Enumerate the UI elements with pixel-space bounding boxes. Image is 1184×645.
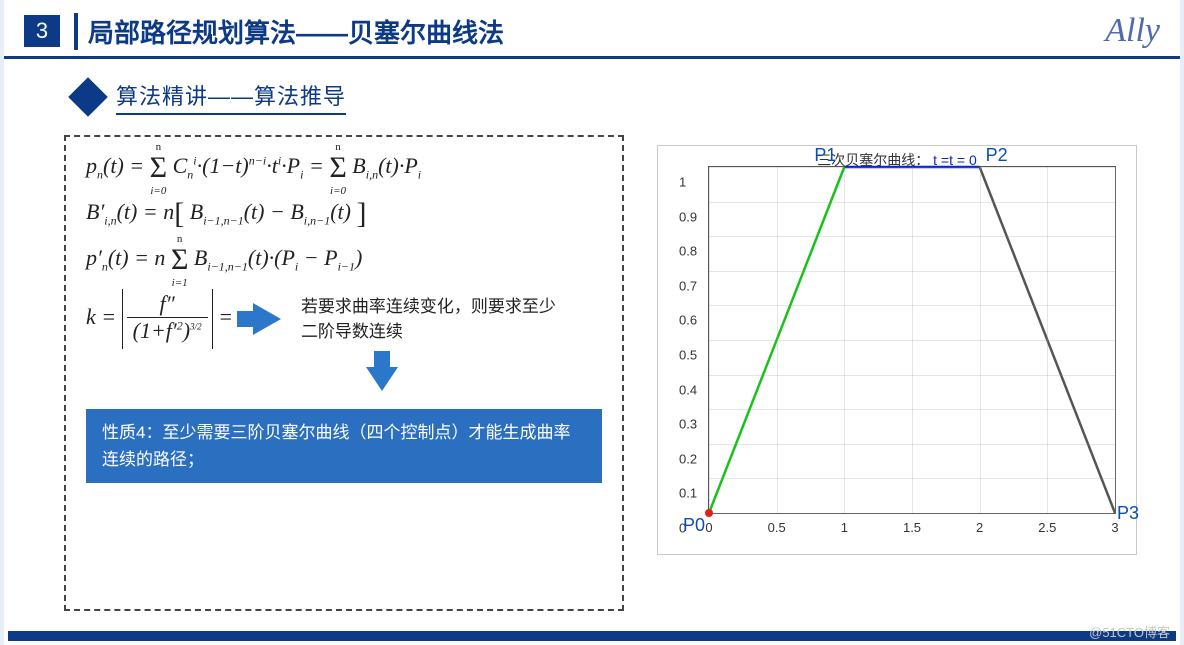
title-bar: 3 局部路径规划算法——贝塞尔曲线法 Ally — [4, 0, 1180, 59]
y-tick: 0.8 — [679, 244, 697, 259]
x-tick: 2 — [976, 520, 983, 535]
x-tick: 2.5 — [1038, 520, 1056, 535]
curvature-note: 若要求曲率连续变化，则要求至少二阶导数连续 — [301, 294, 561, 345]
diamond-icon — [68, 77, 108, 117]
current-point-marker — [705, 509, 713, 517]
watermark: @51CTO博客 — [1089, 622, 1170, 641]
y-tick: 0.6 — [679, 313, 697, 328]
y-tick: 0.3 — [679, 417, 697, 432]
control-point-label: P3 — [1117, 503, 1139, 524]
slide: 3 局部路径规划算法——贝塞尔曲线法 Ally 算法精讲——算法推导 pn(t)… — [0, 0, 1184, 645]
control-point-label: P2 — [986, 145, 1008, 166]
chapter-title: 局部路径规划算法——贝塞尔曲线法 — [74, 13, 504, 50]
x-tick: 0.5 — [768, 520, 786, 535]
y-tick: 0.9 — [679, 209, 697, 224]
y-tick: 0.5 — [679, 348, 697, 363]
y-tick: 1 — [679, 175, 686, 190]
content-area: pn(t) = Σni=0 Cni·(1−t)n−i·ti·Pi = Σni=0… — [4, 125, 1180, 631]
formula-pprime: p′n(t) = n Σni=1 Bi−1,n−1(t)·(Pi − Pi−1) — [86, 243, 602, 277]
arrow-right-icon — [253, 303, 281, 335]
formula-Bprime: B′i,n(t) = n[ Bi−1,n−1(t) − Bi,n−1(t) ] — [86, 197, 602, 231]
bezier-chart: 三次贝塞尔曲线： t =t = 0 00.511.522.5300.10.20.… — [657, 145, 1137, 555]
subtitle-row: 算法精讲——算法推导 — [4, 59, 1180, 125]
chapter-number: 3 — [24, 15, 60, 47]
property-box: 性质4：至少需要三阶贝塞尔曲线（四个控制点）才能生成曲率连续的路径； — [86, 409, 602, 483]
section-subtitle: 算法精讲——算法推导 — [116, 79, 346, 115]
x-tick: 1.5 — [903, 520, 921, 535]
brand-logo: Ally — [1105, 12, 1160, 50]
y-tick: 0.4 — [679, 382, 697, 397]
footer-bar — [8, 631, 1176, 641]
control-point-label: P0 — [683, 515, 705, 536]
arrow-down-icon — [366, 367, 398, 391]
formula-panel: pn(t) = Σni=0 Cni·(1−t)n−i·ti·Pi = Σni=0… — [64, 135, 624, 611]
x-tick: 0 — [705, 520, 712, 535]
x-tick: 1 — [841, 520, 848, 535]
curvature-row: k = f″(1+f′2)3/2 = 若要求曲率连续变化，则要求至少二阶导数连续 — [86, 289, 602, 349]
y-tick: 0.2 — [679, 451, 697, 466]
y-tick: 0.1 — [679, 486, 697, 501]
plot-area: 00.511.522.5300.10.20.30.40.50.60.70.80.… — [708, 166, 1116, 514]
formula-curvature: k = f″(1+f′2)3/2 = — [86, 289, 233, 349]
y-tick: 0.7 — [679, 278, 697, 293]
control-point-label: P1 — [814, 145, 836, 166]
chart-panel: 三次贝塞尔曲线： t =t = 0 00.511.522.5300.10.20.… — [654, 135, 1140, 611]
formula-pn: pn(t) = Σni=0 Cni·(1−t)n−i·ti·Pi = Σni=0… — [86, 151, 602, 185]
